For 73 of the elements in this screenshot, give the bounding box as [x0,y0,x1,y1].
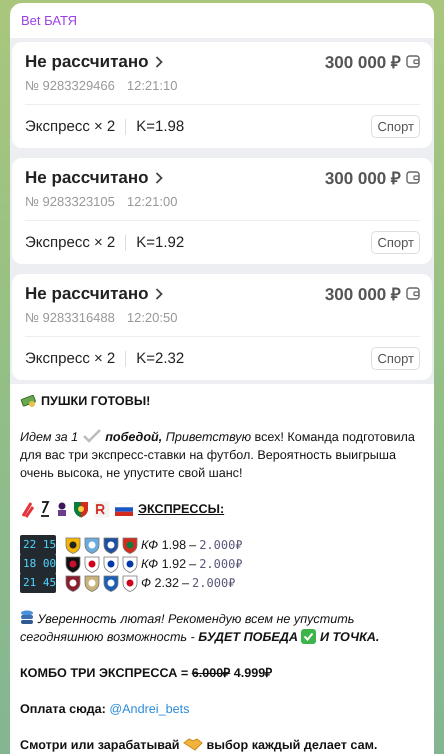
league-logo-icon [20,500,34,518]
league-logo-icon [39,500,51,518]
club-crest-icon [84,574,100,592]
old-price: 6.000₽ [192,666,230,680]
payment-label: Оплата сюда: [20,702,106,716]
club-crest-icon [122,536,138,554]
payment-link[interactable]: @Andrei_bets [109,702,190,716]
club-crest-icon [122,556,138,572]
intro-text: Идем за 1 победой, Приветствую всех! Команда подготовила для вас три экспресс-ставки на футбол. Вероятность выигрыша очень высока, не упустите свой шанс! [20,428,416,482]
combo-price: 4.999₽ [234,666,272,680]
bet-coefficient: K=1.98 [136,118,184,135]
league-logo-icon [94,500,110,518]
check-icon [82,429,102,443]
club-crest-icon [103,536,119,554]
confidence-text: Уверенность лютая! Рекомендую всем не упустить сегодняшнюю возможность - БУДЕТ ПОБЕДА И ТОЧКА. [20,610,380,646]
dash: – [189,537,196,554]
club-crest-icon [103,574,119,592]
club-crest-icon [103,556,119,572]
scoreboard-clock: 22 15 [20,535,56,555]
league-logo-icon [56,500,68,518]
bet-time: 12:21:10 [126,78,178,93]
bet-amount: 300 000 ₽ [324,168,401,189]
bet-number: № 9283329466 [25,78,115,93]
club-crest-icon [65,574,81,592]
bet-coefficient: K=2.32 [136,350,184,367]
bet-amount: 300 000 ₽ [324,284,401,305]
coefficient: КФ 1.92 [141,556,186,573]
bet-number: № 9283316488 [25,310,115,325]
check-mark-icon [301,629,316,644]
club-crest-icon [65,556,81,572]
bet-status[interactable]: Не рассчитано [25,168,163,188]
stake-amount: 2.000₽ [199,537,243,554]
money-icon [20,394,38,408]
bet-coefficient: K=1.92 [136,234,184,251]
club-crest-icon [84,536,100,554]
bet-type: Экспресс × 2 [25,118,116,135]
bet-status[interactable]: Не рассчитано [25,284,163,304]
sport-tag[interactable]: Спорт [371,231,420,254]
bet-time: 12:21:00 [126,194,178,209]
wallet-icon [406,55,420,68]
dash: – [182,575,190,592]
club-crest-icon [84,556,100,572]
scoreboard-clock: 21 45 [20,573,56,593]
bet-type: Экспресс × 2 [25,350,116,367]
bet-status[interactable]: Не рассчитано [25,52,163,72]
flag-icon [115,502,133,516]
club-crest-icon [65,536,81,554]
sport-tag[interactable]: Спорт [371,115,420,138]
stake-amount: 2.000₽ [192,575,236,592]
dash: – [189,556,196,573]
sport-tag[interactable]: Спорт [371,347,420,370]
club-crest-icon [122,574,138,592]
chevron-icon [154,56,163,68]
wallet-icon [406,171,420,184]
sender-name[interactable]: Bet БАТЯ [21,13,78,28]
headline: ПУШКИ ГОТОВЫ! [41,393,150,410]
scoreboard-clock: 18 00 [20,554,56,574]
wallet-icon [406,287,420,300]
coefficient: КФ 1.98 [141,537,186,554]
closing-text: выбор каждый делает сам. [206,738,378,752]
expresses-title: ЭКСПРЕССЫ: [138,501,224,518]
chevron-icon [154,288,163,300]
bet-time: 12:20:50 [126,310,178,325]
bet-type: Экспресс × 2 [25,234,116,251]
bet-number: № 9283323105 [25,194,115,209]
stake-amount: 2.000₽ [199,556,243,573]
coefficient: Ф 2.32 [141,575,180,592]
chevron-icon [154,172,163,184]
combo-label: КОМБО ТРИ ЭКСПРЕССА = [20,666,188,680]
closing-lead: Смотри или зарабатывай [20,738,180,752]
bet-amount: 300 000 ₽ [324,52,401,73]
crest-icon [73,500,89,518]
database-icon [20,610,34,625]
